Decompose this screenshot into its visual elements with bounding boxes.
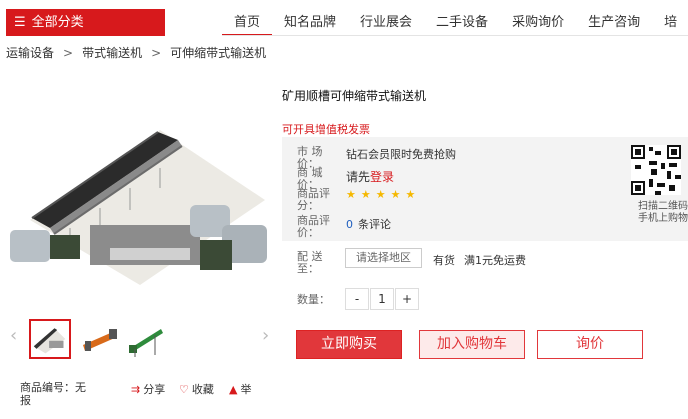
chevron-right-icon: >	[63, 46, 74, 60]
inquiry-button[interactable]: 询价	[537, 330, 643, 359]
qr-code	[631, 145, 681, 195]
gallery-next-arrow[interactable]: ›	[262, 325, 269, 346]
nav-procurement[interactable]: 采购询价	[500, 9, 576, 36]
nav-consulting[interactable]: 生产咨询	[576, 9, 652, 36]
heart-icon: ♡	[179, 383, 189, 396]
product-title: 矿用顺槽可伸缩带式输送机	[282, 89, 427, 103]
nav-exhibitions[interactable]: 行业展会	[348, 9, 424, 36]
gallery-thumbnail[interactable]	[79, 319, 121, 359]
quantity-input[interactable]: 1	[370, 288, 394, 310]
quantity-label: 数量：	[297, 293, 330, 306]
top-bar: ☰ 全部分类 首页 知名品牌 行业展会 二手设备 采购询价 生产咨询 培	[0, 0, 688, 46]
nav-brands[interactable]: 知名品牌	[272, 9, 348, 36]
nav-training[interactable]: 培	[652, 9, 688, 36]
rating-label: 商品评分：	[297, 187, 330, 212]
breadcrumb-item[interactable]: 运输设备	[6, 46, 54, 60]
gallery-thumbnail[interactable]	[125, 319, 167, 359]
buy-now-button[interactable]: 立即购买	[296, 330, 402, 359]
nav-divider	[222, 35, 688, 36]
gallery-prev-arrow[interactable]: ‹	[10, 325, 17, 346]
price-panel	[282, 137, 688, 241]
share-button[interactable]: ⇉ 分享	[131, 381, 165, 397]
menu-icon: ☰	[14, 15, 26, 30]
market-price-value: 钻石会员限时免费抢购	[346, 148, 456, 161]
review-count-link[interactable]: 0	[346, 218, 353, 231]
shipping-info: 满1元免运费	[464, 254, 526, 267]
review-summary: 0 条评论	[346, 218, 391, 231]
mall-price-value: 请先登录	[346, 170, 395, 184]
review-label: 商品评价：	[297, 214, 330, 239]
nav-used-equipment[interactable]: 二手设备	[424, 9, 500, 36]
breadcrumb: 运输设备 > 带式输送机 > 可伸缩带式输送机	[6, 44, 266, 61]
nav-home[interactable]: 首页	[222, 9, 273, 36]
all-categories-button[interactable]: ☰ 全部分类	[6, 9, 165, 36]
stock-status: 有货	[433, 254, 455, 267]
report-button[interactable]: ▲ 举	[229, 381, 251, 397]
main-nav: 首页 知名品牌 行业展会 二手设备 采购询价 生产咨询 培	[222, 9, 688, 36]
qr-label: 扫描二维码手机上购物	[638, 201, 688, 224]
rating-stars: ★★★★★	[346, 188, 421, 201]
login-link[interactable]: 登录	[370, 170, 394, 184]
sku-number: 商品编号：无报	[20, 381, 86, 407]
quantity-increase-button[interactable]: +	[395, 288, 419, 310]
gallery-thumbnail[interactable]	[29, 319, 71, 359]
quantity-decrease-button[interactable]: -	[345, 288, 369, 310]
chevron-right-icon: >	[151, 46, 162, 60]
delivery-label: 配 送 至：	[297, 250, 323, 275]
product-main-image	[10, 130, 267, 285]
vat-invoice-note: 可开具增值税发票	[282, 123, 370, 136]
favorite-button[interactable]: ♡ 收藏	[179, 381, 214, 397]
warning-icon: ▲	[229, 383, 238, 396]
breadcrumb-item[interactable]: 带式输送机	[82, 46, 142, 60]
breadcrumb-item[interactable]: 可伸缩带式输送机	[170, 46, 266, 60]
region-select[interactable]: 请选择地区	[345, 248, 422, 268]
add-to-cart-button[interactable]: 加入购物车	[419, 330, 525, 359]
share-icon: ⇉	[131, 383, 141, 396]
